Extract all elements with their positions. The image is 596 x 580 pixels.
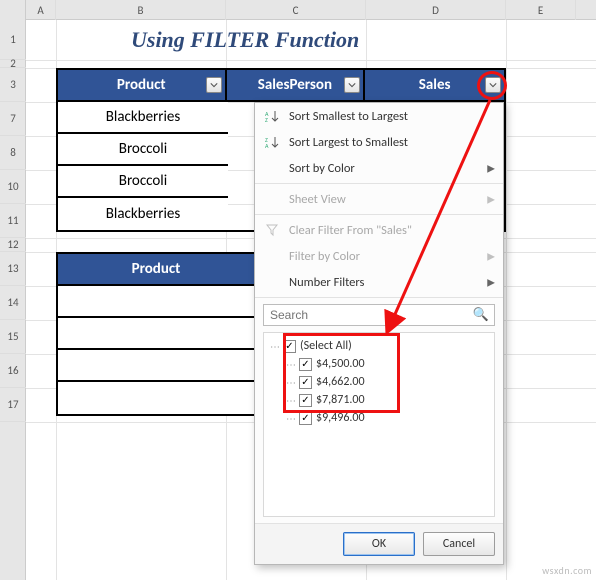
menu-label: Clear Filter From "Sales" xyxy=(289,223,412,238)
menu-label: Sort Smallest to Largest xyxy=(289,109,408,124)
column-header[interactable]: D xyxy=(366,0,506,20)
filter-dropdown-button[interactable] xyxy=(485,77,501,93)
row-header[interactable]: 10 xyxy=(0,170,26,204)
cell-product[interactable]: Broccoli xyxy=(58,134,228,166)
filter-color-item: Filter by Color ▶ xyxy=(255,243,503,269)
filter-search-input[interactable] xyxy=(263,304,495,326)
menu-label: Filter by Color xyxy=(289,249,360,264)
chevron-down-icon xyxy=(489,81,497,89)
checkbox[interactable] xyxy=(299,412,312,425)
separator xyxy=(255,297,503,298)
tree-branch-icon: ⋯ xyxy=(286,376,295,389)
menu-label: Sort by Color xyxy=(289,161,355,176)
filter-dropdown-button[interactable] xyxy=(344,77,360,93)
column-header-product-2[interactable]: Product xyxy=(58,254,254,286)
separator xyxy=(255,183,503,184)
filter-value-row[interactable]: ⋯ $4,500.00 xyxy=(268,355,490,373)
separator xyxy=(255,214,503,215)
header-label: Product xyxy=(117,76,166,94)
column-header[interactable]: E xyxy=(506,0,576,20)
row-header-gutter: 1 2 3 7 8 10 11 12 13 14 15 16 17 xyxy=(0,0,26,580)
chevron-right-icon: ▶ xyxy=(487,276,495,289)
checkbox[interactable] xyxy=(299,376,312,389)
column-header[interactable]: A xyxy=(26,0,56,20)
tree-toggle-icon[interactable]: ⋯ xyxy=(270,340,279,353)
empty-cell[interactable] xyxy=(58,350,254,382)
row-header[interactable]: 12 xyxy=(0,238,26,252)
filter-value-row[interactable]: ⋯ $7,871.00 xyxy=(268,391,490,409)
menu-label: Sort Largest to Smallest xyxy=(289,135,408,150)
filter-dropdown-button[interactable] xyxy=(206,77,222,93)
tree-label: $7,871.00 xyxy=(316,393,365,407)
column-header[interactable]: B xyxy=(56,0,226,20)
chevron-right-icon: ▶ xyxy=(487,193,495,206)
row-header[interactable]: 16 xyxy=(0,354,26,388)
checkbox[interactable] xyxy=(299,394,312,407)
tree-label: $4,500.00 xyxy=(316,357,365,371)
cell-product[interactable]: Blackberries xyxy=(58,102,228,134)
tree-branch-icon: ⋯ xyxy=(286,394,295,407)
number-filters-item[interactable]: Number Filters ▶ xyxy=(255,269,503,295)
column-header-sales[interactable]: Sales xyxy=(365,70,504,102)
ok-button[interactable]: OK xyxy=(343,532,415,556)
sheet-view-item: Sheet View ▶ xyxy=(255,186,503,212)
sort-desc-icon: ZA xyxy=(263,135,281,149)
tree-label: $4,662.00 xyxy=(316,375,365,389)
empty-cell[interactable] xyxy=(58,318,254,350)
header-label: SalesPerson xyxy=(258,76,332,94)
column-header-product[interactable]: Product xyxy=(58,70,227,102)
page-title: Using FILTER Function xyxy=(131,27,359,53)
menu-label: Sheet View xyxy=(289,192,346,207)
header-label: Product xyxy=(132,260,181,278)
clear-filter-item: Clear Filter From "Sales" xyxy=(255,217,503,243)
column-header-row: A B C D E xyxy=(26,0,596,20)
row-header[interactable]: 3 xyxy=(0,68,26,102)
tree-branch-icon: ⋯ xyxy=(286,358,295,371)
row-header[interactable]: 11 xyxy=(0,204,26,238)
column-header[interactable]: C xyxy=(226,0,366,20)
header-label: Sales xyxy=(419,76,451,94)
empty-cell[interactable] xyxy=(58,382,254,414)
row-header[interactable]: 15 xyxy=(0,320,26,354)
chevron-down-icon xyxy=(348,81,356,89)
row-header[interactable]: 8 xyxy=(0,136,26,170)
checkbox[interactable] xyxy=(299,358,312,371)
checkbox[interactable] xyxy=(283,340,296,353)
filter-values-tree[interactable]: ⋯ (Select All) ⋯ $4,500.00 ⋯ $4,662.00 ⋯… xyxy=(263,332,495,517)
filter-value-row[interactable]: ⋯ $9,496.00 xyxy=(268,409,490,427)
chevron-right-icon: ▶ xyxy=(487,162,495,175)
sort-color-item[interactable]: Sort by Color ▶ xyxy=(255,155,503,181)
menu-footer: OK Cancel xyxy=(255,523,503,564)
row-header[interactable]: 17 xyxy=(0,388,26,422)
cell-product[interactable]: Blackberries xyxy=(58,198,228,230)
svg-text:A: A xyxy=(265,142,269,149)
watermark: wsxdn.com xyxy=(542,564,592,577)
column-header-salesperson[interactable]: SalesPerson xyxy=(227,70,366,102)
filter-value-row[interactable]: ⋯ $4,662.00 xyxy=(268,373,490,391)
filter-search-wrap: 🔍 xyxy=(255,300,503,330)
chevron-down-icon xyxy=(210,81,218,89)
sort-asc-icon: AZ xyxy=(263,109,281,123)
funnel-clear-icon xyxy=(263,223,281,237)
row-header[interactable]: 7 xyxy=(0,102,26,136)
row-header[interactable]: 13 xyxy=(0,252,26,286)
svg-text:Z: Z xyxy=(265,116,268,123)
row-header[interactable]: 14 xyxy=(0,286,26,320)
autofilter-menu: AZ Sort Smallest to Largest ZA Sort Larg… xyxy=(254,102,504,565)
cancel-button[interactable]: Cancel xyxy=(423,532,495,556)
menu-label: Number Filters xyxy=(289,275,364,290)
sort-desc-item[interactable]: ZA Sort Largest to Smallest xyxy=(255,129,503,155)
tree-label: $9,496.00 xyxy=(316,411,365,425)
row-header[interactable]: 1 xyxy=(0,20,26,60)
data-table-2: Product xyxy=(56,252,256,416)
tree-branch-icon: ⋯ xyxy=(286,412,295,425)
select-all-row[interactable]: ⋯ (Select All) xyxy=(268,337,490,355)
row-header[interactable]: 2 xyxy=(0,60,26,68)
sort-asc-item[interactable]: AZ Sort Smallest to Largest xyxy=(255,103,503,129)
empty-cell[interactable] xyxy=(58,286,254,318)
chevron-right-icon: ▶ xyxy=(487,250,495,263)
tree-label: (Select All) xyxy=(300,339,352,353)
cell-product[interactable]: Broccoli xyxy=(58,166,228,198)
